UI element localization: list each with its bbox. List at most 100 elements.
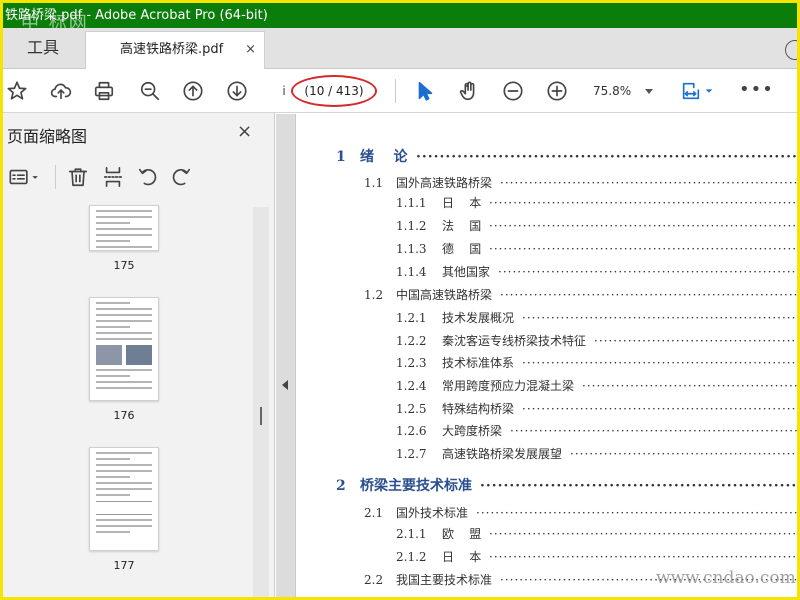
delete-icon[interactable]	[66, 165, 90, 189]
thumbnail-panel: 页面缩略图 × 175 176 177	[3, 113, 275, 597]
select-cursor-icon[interactable]	[413, 79, 437, 103]
more-icon[interactable]: •••	[739, 79, 774, 101]
undo-icon[interactable]	[136, 165, 160, 189]
toc-entry[interactable]: 1.2.1 技术发展概况 ·····························…	[396, 309, 797, 327]
toc-entry-number: 2	[336, 478, 346, 494]
zoom-in-icon[interactable]	[545, 79, 569, 103]
scrollbar-grip[interactable]	[260, 407, 262, 425]
toc-entry-number: 2.2	[364, 573, 384, 587]
toc-entry-number: 1.2.6	[396, 424, 427, 438]
pdf-page: 1 绪 论 ····································…	[295, 114, 797, 597]
toc-entry-title: 其他国家	[442, 265, 491, 279]
help-icon[interactable]	[785, 40, 797, 60]
toc-entry[interactable]: 1.2.4 常用跨度预应力混凝土梁 ························…	[396, 377, 797, 395]
toc-entry-title: 常用跨度预应力混凝土梁	[442, 379, 575, 393]
toc-entry-number: 1	[336, 149, 346, 165]
toc-entry-number: 1.1.1	[396, 196, 427, 210]
toc-entry[interactable]: 1.2 中国高速铁路桥梁 ·····························…	[364, 286, 797, 304]
fit-page-dropdown-icon[interactable]	[703, 79, 715, 103]
toc-entry-title: 特殊结构桥梁	[442, 402, 515, 416]
bookmark-star-icon[interactable]	[5, 79, 29, 103]
toc-entry-title: 日 本	[442, 550, 482, 564]
toc-leader-dots: ········································…	[500, 176, 797, 190]
toc-entry[interactable]: 1.1 国外高速铁路桥梁 ·····························…	[364, 174, 797, 192]
toc-entry-title: 桥梁主要技术标准	[360, 478, 472, 494]
toc-entry-title: 技术发展概况	[442, 311, 515, 325]
toc-leader-dots: ········································…	[416, 149, 797, 165]
document-viewer: 1 绪 论 ····································…	[276, 114, 797, 597]
toc-entry[interactable]: 1.2.6 大跨度桥梁 ······························…	[396, 422, 797, 440]
zoom-out-icon[interactable]	[501, 79, 525, 103]
toc-entry[interactable]: 1.1.2 法 国 ································…	[396, 217, 797, 235]
toc-entry[interactable]: 2.1 国外技术标准 ·······························…	[364, 504, 797, 522]
thumbnail-page[interactable]	[89, 205, 159, 251]
toc-entry[interactable]: 1 绪 论 ····································…	[336, 147, 797, 167]
toc-leader-dots: ········································…	[500, 288, 797, 302]
toc-entry-number: 1.2.3	[396, 356, 427, 370]
thumbnail-page-number: 177	[113, 559, 135, 572]
thumbnail-page[interactable]	[89, 447, 159, 551]
toc-entry[interactable]: 1.1.4 其他国家 ·······························…	[396, 263, 797, 281]
toc-entry[interactable]: 1.1.1 日 本 ································…	[396, 194, 797, 212]
thumbnail-page[interactable]	[89, 297, 159, 401]
toc-entry-title: 大跨度桥梁	[442, 424, 503, 438]
toc-entry[interactable]: 1.2.7 高速铁路桥梁发展展望 ·························…	[396, 445, 797, 463]
toc-leader-dots: ········································…	[489, 219, 797, 233]
toc-entry-title: 技术标准体系	[442, 356, 515, 370]
app-window: 铁路桥梁.pdf - Adobe Acrobat Pro (64-bit) 中 …	[3, 3, 797, 597]
hand-icon[interactable]	[457, 79, 481, 103]
toc-entry-number: 1.1.3	[396, 242, 427, 256]
toc-entry-number: 1.1	[364, 176, 384, 190]
toc-entry-title: 我国主要技术标准	[396, 573, 493, 587]
options-icon[interactable]	[7, 165, 43, 189]
toc-leader-dots: ········································…	[489, 242, 797, 256]
toc-entry-title: 法 国	[442, 219, 482, 233]
zoom-search-icon[interactable]	[138, 79, 162, 103]
redo-icon[interactable]	[169, 165, 193, 189]
toc-entry[interactable]: 2.1.1 欧 盟 ································…	[396, 525, 797, 543]
toc-entry-title: 国外高速铁路桥梁	[396, 176, 493, 190]
toc-leader-dots: ········································…	[510, 424, 797, 438]
fit-page-icon[interactable]	[679, 79, 703, 103]
toc-leader-dots: ········································…	[480, 478, 797, 494]
toc-entry[interactable]: 1.2.5 特殊结构桥梁 ·····························…	[396, 400, 797, 418]
toc-entry-number: 2.1.2	[396, 550, 427, 564]
print-icon[interactable]	[92, 79, 116, 103]
toc-entry-title: 欧 盟	[442, 527, 482, 541]
tab-close-icon[interactable]: ×	[245, 32, 256, 68]
toc-entry-title: 高速铁路桥梁发展展望	[442, 447, 563, 461]
zoom-value: 75.8%	[593, 84, 632, 98]
toc-leader-dots: ········································…	[582, 379, 797, 393]
tab-document[interactable]: 高速铁路桥梁.pdf ×	[85, 31, 265, 69]
thumbnail-page-number: 176	[113, 409, 135, 422]
toc-entry-title: 日 本	[442, 196, 482, 210]
toc-entry[interactable]: 1.2.2 秦沈客运专线桥梁技术特征 ·······················…	[396, 332, 797, 350]
toc-entry-number: 1.2.4	[396, 379, 427, 393]
upload-cloud-icon[interactable]	[49, 79, 73, 103]
insert-icon[interactable]	[101, 165, 125, 189]
toc-entry-number: 1.2.5	[396, 402, 427, 416]
toc-entry[interactable]: 2.2 我国主要技术标准 ·····························…	[364, 571, 797, 589]
toc-entry[interactable]: 1.1.3 德 国 ································…	[396, 240, 797, 258]
toc-entry-number: 1.2.7	[396, 447, 427, 461]
toc-leader-dots: ········································…	[498, 265, 797, 279]
panel-close-icon[interactable]: ×	[237, 121, 252, 142]
toc-entry[interactable]: 2 桥梁主要技术标准 ·······························…	[336, 476, 797, 496]
toc-entry[interactable]: 1.2.3 技术标准体系 ·····························…	[396, 354, 797, 372]
zoom-select[interactable]: 75.8%	[583, 79, 657, 103]
page-up-icon[interactable]	[181, 79, 205, 103]
toc-leader-dots: ········································…	[522, 356, 797, 370]
collapse-panel-icon[interactable]	[282, 380, 288, 390]
toc-leader-dots: ········································…	[522, 311, 797, 325]
toc-leader-dots: ········································…	[489, 527, 797, 541]
toc-entry[interactable]: 2.1.2 日 本 ································…	[396, 548, 797, 566]
toc-entry-title: 绪 论	[360, 149, 408, 165]
toc-leader-dots: ········································…	[489, 550, 797, 564]
toc-leader-dots: ········································…	[570, 447, 797, 461]
toc-leader-dots: ········································…	[489, 196, 797, 210]
page-down-icon[interactable]	[225, 79, 249, 103]
thumbnail-scrollbar[interactable]	[253, 207, 269, 597]
tab-tools[interactable]: 工具	[3, 28, 83, 69]
toc-leader-dots: ········································…	[522, 402, 797, 416]
toc-entry-number: 1.1.4	[396, 265, 427, 279]
